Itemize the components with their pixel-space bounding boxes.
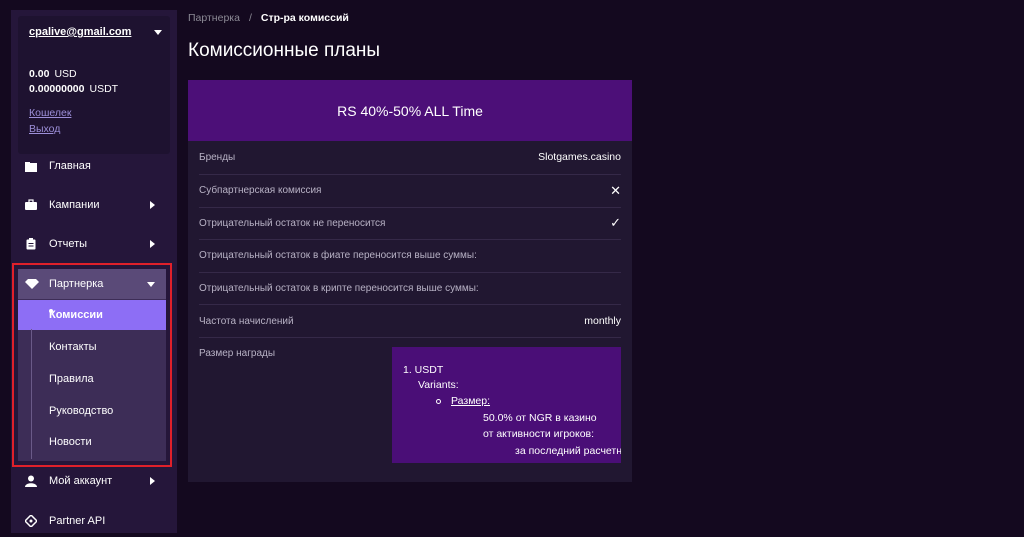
- breadcrumb: Партнерка / Стр-ра комиссий: [188, 12, 349, 24]
- api-icon: [25, 515, 37, 527]
- plan-row-fiat-carry: Отрицательный остаток в фиате переноситс…: [199, 240, 621, 273]
- account-panel: cpalive@gmail.com 0.00 USD 0.00000000 USDT…: [18, 16, 170, 154]
- chevron-down-icon[interactable]: [154, 30, 162, 35]
- row-label: Бренды: [199, 152, 236, 163]
- plan-row-subpartner: Субпартнерская комиссия ✕: [199, 175, 621, 208]
- breadcrumb-parent[interactable]: Партнерка: [188, 12, 240, 24]
- row-value: monthly: [584, 315, 621, 327]
- campaigns-icon: [25, 199, 37, 210]
- highlight-frame: [12, 263, 172, 467]
- check-icon: ✓: [610, 215, 621, 230]
- circle-bullet-icon: [436, 399, 441, 404]
- nav-label-my-account: Мой аккаунт: [49, 475, 113, 487]
- balance-usdt: 0.00000000 USDT: [29, 83, 119, 95]
- balance-usd: 0.00 USD: [29, 68, 77, 80]
- nav-label-campaigns: Кампании: [49, 199, 100, 211]
- clipboard-icon: [26, 238, 36, 250]
- chevron-right-icon: [150, 201, 155, 209]
- cross-icon: ✕: [610, 183, 621, 198]
- plan-title: RS 40%-50% ALL Time: [188, 80, 632, 141]
- reward-currency: 1. USDT: [403, 364, 444, 376]
- row-label: Субпартнерская комиссия: [199, 185, 322, 196]
- nav-item-home[interactable]: Главная: [11, 151, 177, 181]
- logout-link[interactable]: Выход: [29, 123, 60, 135]
- nav-label-home: Главная: [49, 160, 91, 172]
- nav-label-reports: Отчеты: [49, 238, 88, 250]
- nav-item-my-account[interactable]: Мой аккаунт: [11, 466, 177, 496]
- plan-card: RS 40%-50% ALL Time Бренды Slotgames.cas…: [188, 80, 632, 482]
- plan-row-negative-carry: Отрицательный остаток не переносится ✓: [199, 208, 621, 240]
- reward-details[interactable]: 1. USDT Variants: Размер: 50.0% от NGR в…: [392, 347, 621, 463]
- page-title: Комиссионные планы: [188, 40, 381, 61]
- breadcrumb-current: Стр-ра комиссий: [260, 12, 349, 24]
- reward-size-value: 50.0% от NGR в казино: [483, 412, 597, 424]
- chevron-right-icon: [150, 477, 155, 485]
- wallet-link[interactable]: Кошелек: [29, 107, 71, 119]
- nav-label-partner-api: Partner API: [49, 515, 106, 527]
- row-label: Отрицательный остаток в фиате переноситс…: [199, 250, 477, 261]
- row-label: Частота начислений: [199, 316, 294, 327]
- account-email[interactable]: cpalive@gmail.com: [29, 26, 131, 38]
- chevron-right-icon: [150, 240, 155, 248]
- plan-row-brands: Бренды Slotgames.casino: [199, 141, 621, 175]
- row-label: Отрицательный остаток в крипте переносит…: [199, 283, 479, 294]
- breadcrumb-separator: /: [248, 12, 252, 24]
- home-icon: [25, 162, 37, 172]
- nav-item-partner-api[interactable]: Partner API: [11, 506, 177, 536]
- plan-row-crypto-carry: Отрицательный остаток в крипте переносит…: [199, 273, 621, 305]
- reward-period: за последний расчетн: [515, 445, 621, 457]
- nav-item-campaigns[interactable]: Кампании: [11, 190, 177, 220]
- reward-activity: от активности игроков:: [483, 428, 595, 440]
- nav-item-reports[interactable]: Отчеты: [11, 229, 177, 259]
- plan-row-frequency: Частота начислений monthly: [199, 305, 621, 338]
- row-value: Slotgames.casino: [538, 151, 621, 163]
- user-icon: [25, 475, 37, 487]
- row-label: Размер награды: [199, 348, 276, 359]
- reward-size-label: Размер:: [451, 395, 491, 407]
- reward-variants: Variants:: [418, 379, 459, 391]
- row-label: Отрицательный остаток не переносится: [199, 218, 386, 229]
